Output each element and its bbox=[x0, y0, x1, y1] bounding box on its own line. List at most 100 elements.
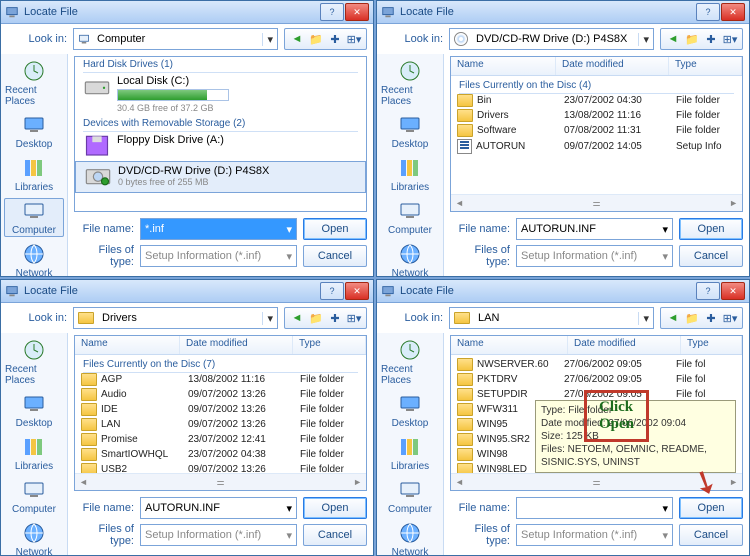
titlebar[interactable]: Locate File ?✕ bbox=[1, 280, 373, 303]
drive-item[interactable]: Local Disk (C:)30.4 GB free of 37.2 GB bbox=[75, 72, 366, 116]
close-button[interactable]: ✕ bbox=[345, 3, 369, 21]
filename-input[interactable]: ▾ bbox=[516, 497, 673, 519]
lookin-combo[interactable]: Computer ▾ bbox=[73, 28, 278, 50]
scrollbar-h[interactable]: ◄⚌► bbox=[451, 194, 742, 211]
list-item[interactable]: Drivers13/08/2002 11:16File folder bbox=[451, 108, 742, 123]
col-name[interactable]: Name bbox=[75, 336, 180, 354]
list-item[interactable]: AGP13/08/2002 11:16File folder bbox=[75, 372, 366, 387]
back-icon[interactable]: ◄ bbox=[665, 31, 681, 47]
place-desktop[interactable]: Desktop bbox=[4, 112, 64, 151]
up-icon[interactable]: 📁 bbox=[684, 310, 700, 326]
list-item[interactable]: Promise23/07/2002 12:41File folder bbox=[75, 432, 366, 447]
col-type[interactable]: Type bbox=[293, 336, 366, 354]
column-headers[interactable]: Name Date modified Type bbox=[451, 336, 742, 355]
drive-item[interactable]: Floppy Disk Drive (A:) bbox=[75, 131, 366, 161]
back-icon[interactable]: ◄ bbox=[289, 310, 305, 326]
up-icon[interactable]: 📁 bbox=[308, 31, 324, 47]
up-icon[interactable]: 📁 bbox=[684, 31, 700, 47]
list-item[interactable]: AUTORUN09/07/2002 14:05Setup Info bbox=[451, 138, 742, 155]
col-type[interactable]: Type bbox=[681, 336, 742, 354]
place-computer[interactable]: Computer bbox=[380, 198, 440, 237]
list-item[interactable]: IDE09/07/2002 13:26File folder bbox=[75, 402, 366, 417]
list-item[interactable]: LAN09/07/2002 13:26File folder bbox=[75, 417, 366, 432]
viewmenu-icon[interactable]: ⊞▾ bbox=[346, 310, 362, 326]
drive-item[interactable]: DVD/CD-RW Drive (D:) P4S8X0 bytes free o… bbox=[75, 161, 366, 193]
list-item[interactable]: Software07/08/2002 11:31File folder bbox=[451, 123, 742, 138]
place-network[interactable]: Network bbox=[380, 520, 440, 556]
close-button[interactable]: ✕ bbox=[721, 282, 745, 300]
open-button[interactable]: Open bbox=[679, 218, 743, 240]
viewmenu-icon[interactable]: ⊞▾ bbox=[722, 31, 738, 47]
back-icon[interactable]: ◄ bbox=[665, 310, 681, 326]
col-name[interactable]: Name bbox=[451, 336, 568, 354]
col-date[interactable]: Date modified bbox=[568, 336, 681, 354]
column-headers[interactable]: Name Date modified Type bbox=[451, 57, 742, 76]
lookin-combo[interactable]: Drivers ▾ bbox=[73, 307, 278, 329]
viewmenu-icon[interactable]: ⊞▾ bbox=[722, 310, 738, 326]
file-list[interactable]: Name Date modified Type Files Currently … bbox=[74, 335, 367, 491]
filename-input[interactable]: AUTORUN.INF▾ bbox=[140, 497, 297, 519]
help-button[interactable]: ? bbox=[320, 3, 344, 21]
place-network[interactable]: Network bbox=[380, 241, 440, 280]
file-list[interactable]: Hard Disk Drives (1)Local Disk (C:)30.4 … bbox=[74, 56, 367, 212]
filename-input[interactable]: *.inf▾ bbox=[140, 218, 297, 240]
viewmenu-icon[interactable]: ⊞▾ bbox=[346, 31, 362, 47]
help-button[interactable]: ? bbox=[320, 282, 344, 300]
place-recent[interactable]: Recent Places bbox=[380, 337, 440, 387]
newfolder-icon[interactable]: ✚ bbox=[703, 310, 719, 326]
list-item[interactable]: NWSERVER.6027/06/2002 09:05File fol bbox=[451, 357, 742, 372]
close-button[interactable]: ✕ bbox=[345, 282, 369, 300]
list-item[interactable]: USB209/07/2002 13:26File folder bbox=[75, 462, 366, 473]
lookin-combo[interactable]: LAN ▾ bbox=[449, 307, 654, 329]
open-button[interactable]: Open bbox=[303, 218, 367, 240]
newfolder-icon[interactable]: ✚ bbox=[327, 31, 343, 47]
titlebar[interactable]: Locate File ? ✕ bbox=[1, 1, 373, 24]
back-icon[interactable]: ◄ bbox=[289, 31, 305, 47]
help-button[interactable]: ? bbox=[696, 282, 720, 300]
col-type[interactable]: Type bbox=[669, 57, 742, 75]
filetype-combo[interactable]: Setup Information (*.inf)▾ bbox=[516, 245, 673, 267]
place-desktop[interactable]: Desktop bbox=[4, 391, 64, 430]
cancel-button[interactable]: Cancel bbox=[303, 245, 367, 267]
cancel-button[interactable]: Cancel bbox=[679, 245, 743, 267]
newfolder-icon[interactable]: ✚ bbox=[327, 310, 343, 326]
col-date[interactable]: Date modified bbox=[556, 57, 669, 75]
place-network[interactable]: Network bbox=[4, 520, 64, 556]
place-computer[interactable]: Computer bbox=[4, 198, 64, 237]
titlebar[interactable]: Locate File ?✕ bbox=[377, 280, 749, 303]
cancel-button[interactable]: Cancel bbox=[679, 524, 743, 546]
place-computer[interactable]: Computer bbox=[4, 477, 64, 516]
titlebar[interactable]: Locate File ?✕ bbox=[377, 1, 749, 24]
place-libraries[interactable]: Libraries bbox=[4, 434, 64, 473]
place-libraries[interactable]: Libraries bbox=[380, 434, 440, 473]
place-network[interactable]: Network bbox=[4, 241, 64, 280]
file-list[interactable]: Name Date modified Type NWSERVER.6027/06… bbox=[450, 335, 743, 491]
list-item[interactable]: PKTDRV27/06/2002 09:05File fol bbox=[451, 372, 742, 387]
lookin-combo[interactable]: DVD/CD-RW Drive (D:) P4S8X ▾ bbox=[449, 28, 654, 50]
place-libraries[interactable]: Libraries bbox=[380, 155, 440, 194]
scrollbar-h[interactable]: ◄⚌► bbox=[75, 473, 366, 490]
place-desktop[interactable]: Desktop bbox=[380, 112, 440, 151]
list-item[interactable]: Audio09/07/2002 13:26File folder bbox=[75, 387, 366, 402]
place-desktop[interactable]: Desktop bbox=[380, 391, 440, 430]
col-name[interactable]: Name bbox=[451, 57, 556, 75]
place-recent[interactable]: Recent Places bbox=[380, 58, 440, 108]
list-item[interactable]: Bin23/07/2002 04:30File folder bbox=[451, 93, 742, 108]
filename-input[interactable]: AUTORUN.INF▾ bbox=[516, 218, 673, 240]
filetype-combo[interactable]: Setup Information (*.inf)▾ bbox=[516, 524, 673, 546]
place-libraries[interactable]: Libraries bbox=[4, 155, 64, 194]
scrollbar-h[interactable]: ◄⚌► bbox=[451, 473, 742, 490]
help-button[interactable]: ? bbox=[696, 3, 720, 21]
close-button[interactable]: ✕ bbox=[721, 3, 745, 21]
cancel-button[interactable]: Cancel bbox=[303, 524, 367, 546]
place-recent[interactable]: Recent Places bbox=[4, 337, 64, 387]
file-list[interactable]: Name Date modified Type Files Currently … bbox=[450, 56, 743, 212]
open-button[interactable]: Open bbox=[679, 497, 743, 519]
up-icon[interactable]: 📁 bbox=[308, 310, 324, 326]
col-date[interactable]: Date modified bbox=[180, 336, 293, 354]
filetype-combo[interactable]: Setup Information (*.inf)▾ bbox=[140, 245, 297, 267]
filetype-combo[interactable]: Setup Information (*.inf)▾ bbox=[140, 524, 297, 546]
place-recent[interactable]: Recent Places bbox=[4, 58, 64, 108]
column-headers[interactable]: Name Date modified Type bbox=[75, 336, 366, 355]
newfolder-icon[interactable]: ✚ bbox=[703, 31, 719, 47]
